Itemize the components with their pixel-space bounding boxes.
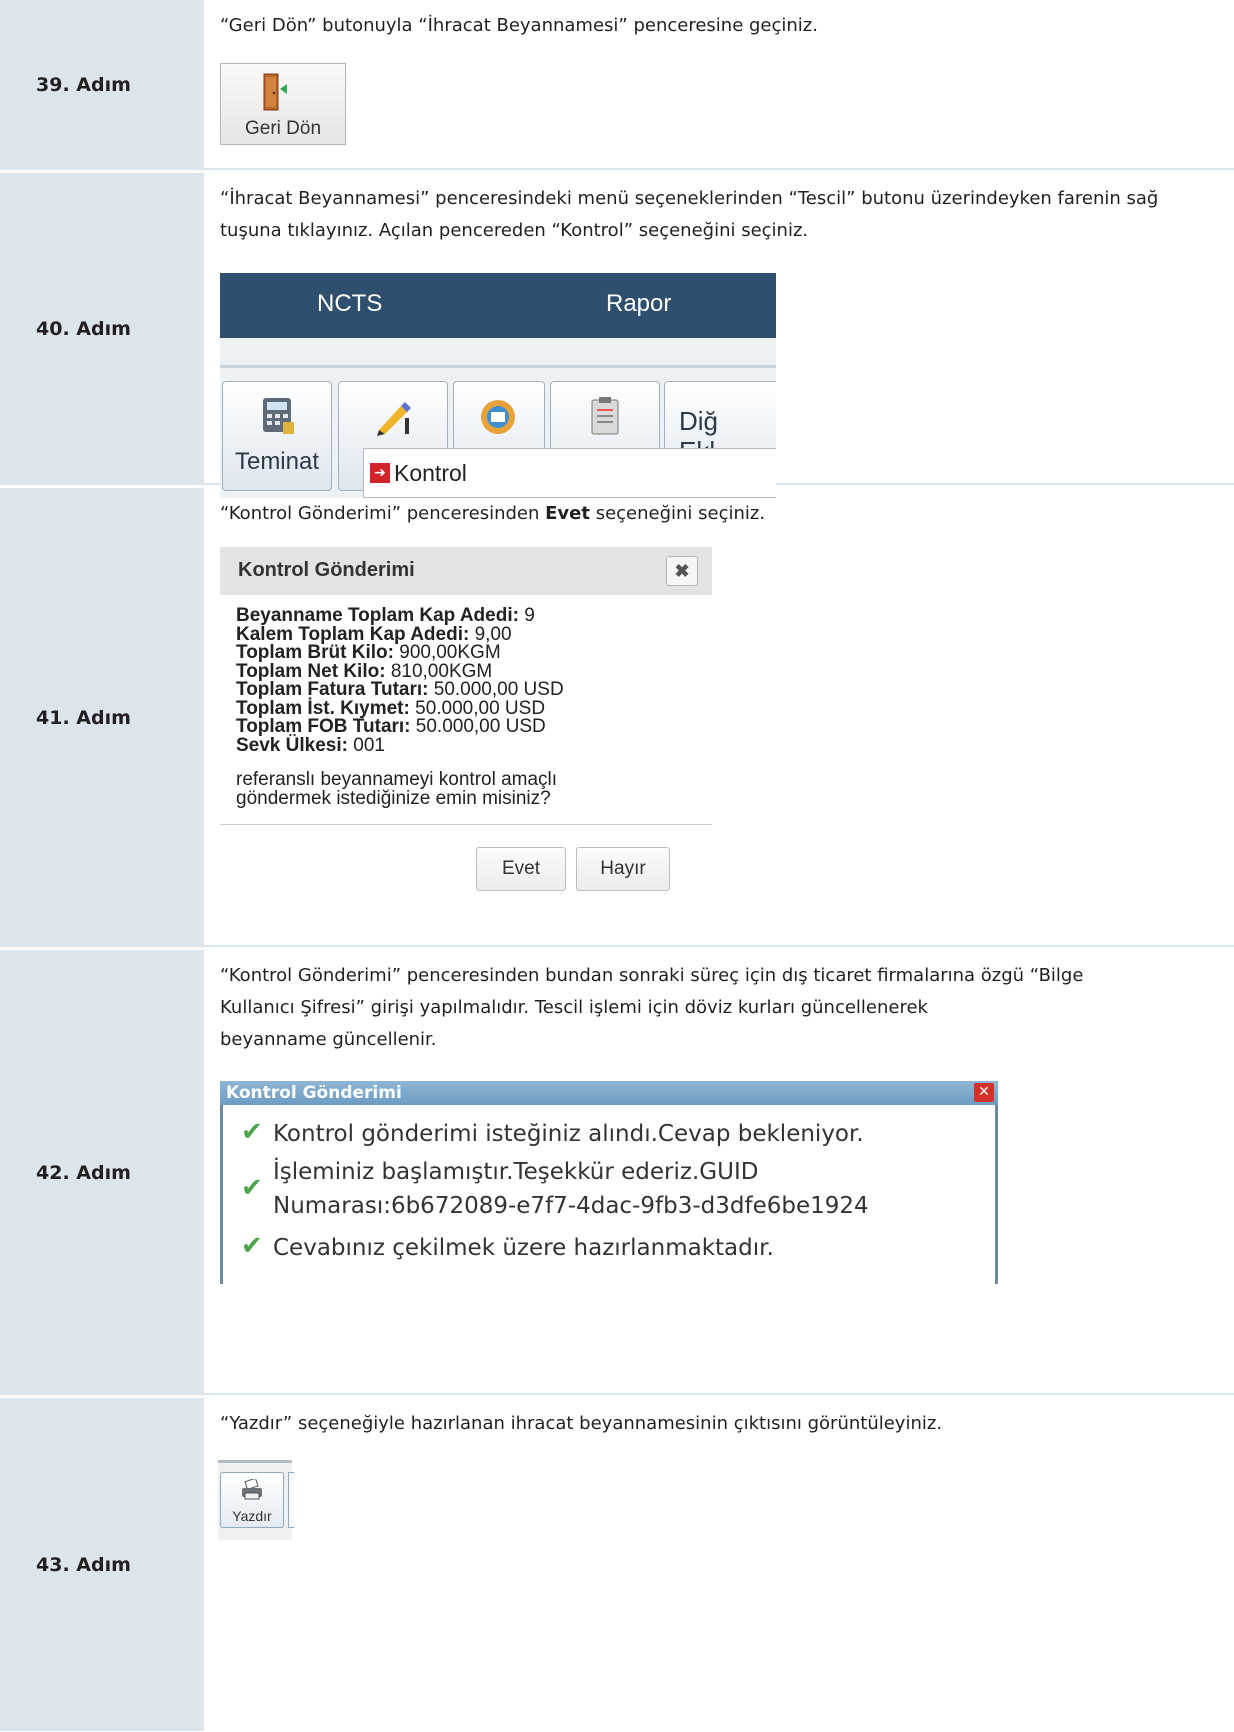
arrow-right-icon: ➔: [370, 463, 390, 483]
clipboard-icon: [591, 397, 619, 435]
yazdir-label: Yazdır: [232, 1508, 272, 1524]
steps-table: 39. Adım “Geri Dön” butonuyla “İhracat B…: [0, 0, 1234, 1731]
checkmark-icon: ✔: [241, 1117, 263, 1147]
confirm-question: referanslı beyannameyi kontrol amaçlı gö…: [236, 769, 558, 809]
main-menu-bar: NCTS Rapor: [220, 273, 776, 338]
step-label: 42. Adım: [0, 950, 204, 1395]
toolbar-divider: [220, 365, 776, 368]
step-instruction: “Geri Dön” butonuyla “İhracat Beyannames…: [220, 15, 818, 36]
evet-button[interactable]: Evet: [476, 847, 566, 891]
dialog-header: Kontrol Gönderimi ✕: [220, 1081, 998, 1105]
dialog-divider: [220, 824, 712, 825]
close-icon[interactable]: ✖: [666, 556, 698, 586]
step-row-42: 42. Adım “Kontrol Gönderimi” penceresind…: [0, 950, 1234, 1398]
dialog-title: Kontrol Gönderimi: [238, 559, 415, 581]
checkmark-icon: ✔: [241, 1173, 263, 1203]
step-instruction: “Kontrol Gönderimi” penceresinden Evet s…: [220, 503, 766, 524]
calculator-icon: [263, 398, 294, 434]
step-instruction: “Yazdır” seçeneğiyle hazırlanan ihracat …: [220, 1413, 943, 1434]
close-icon[interactable]: ✕: [974, 1083, 994, 1102]
step-row-39: 39. Adım “Geri Dön” butonuyla “İhracat B…: [0, 0, 1234, 173]
context-menu-item-kontrol[interactable]: Kontrol: [394, 460, 467, 487]
mail-icon: [481, 400, 515, 434]
kontrol-gonderimi-result-dialog: Kontrol Gönderimi ✕ ✔ Kontrol gönderimi …: [220, 1081, 998, 1284]
checkmark-icon: ✔: [241, 1231, 263, 1261]
geri-don-label: Geri Dön: [244, 118, 322, 139]
step-row-41: 41. Adım “Kontrol Gönderimi” penceresind…: [0, 488, 1234, 950]
kontrol-gonderimi-dialog: Kontrol Gönderimi ✖ Beyanname Toplam Kap…: [220, 547, 712, 899]
step-label: 43. Adım: [0, 1398, 204, 1731]
dialog-header: Kontrol Gönderimi ✖: [220, 547, 712, 595]
step-content: “Kontrol Gönderimi” penceresinden Evet s…: [204, 488, 1234, 947]
step-content: “Geri Dön” butonuyla “İhracat Beyannames…: [204, 0, 1234, 170]
step-label: 40. Adım: [0, 173, 204, 485]
printer-icon: [242, 1479, 262, 1500]
step-content: “İhracat Beyannamesi” penceresindeki men…: [204, 173, 1234, 498]
teminat-label: Teminat: [234, 448, 320, 475]
yazdir-screenshot: Yazdır: [218, 1460, 294, 1540]
menu-item-rapor[interactable]: Rapor: [606, 290, 671, 318]
step-content: “Yazdır” seçeneğiyle hazırlanan ihracat …: [204, 1398, 1234, 1731]
bold-evet: Evet: [545, 503, 590, 524]
geri-don-button[interactable]: Geri Dön: [220, 63, 346, 145]
toolbar-divider: [218, 1460, 292, 1463]
step-label: 39. Adım: [0, 0, 204, 170]
dialog-body: Beyanname Toplam Kap Adedi: 9 Kalem Topl…: [220, 595, 712, 808]
step-row-43: 43. Adım “Yazdır” seçeneğiyle hazırlanan…: [0, 1398, 1234, 1731]
step-label: 41. Adım: [0, 488, 204, 947]
yazdir-button[interactable]: Yazdır: [220, 1472, 284, 1528]
dialog-title: Kontrol Gönderimi: [226, 1083, 402, 1103]
menu-screenshot: NCTS Rapor Teminat Diğ ➔ Kontrol: [220, 273, 776, 498]
step-content: “Kontrol Gönderimi” penceresinden bundan…: [204, 950, 1234, 1395]
next-toolbar-button[interactable]: [288, 1472, 294, 1528]
step-instruction: “Kontrol Gönderimi” penceresinden bundan…: [220, 965, 1084, 1050]
menu-item-ncts[interactable]: NCTS: [317, 290, 382, 318]
dialog-body: ✔ Kontrol gönderimi isteğiniz alındı.Cev…: [220, 1105, 998, 1284]
field-row: Sevk Ülkesi: 001: [236, 734, 385, 756]
exit-door-icon: [263, 73, 287, 111]
step-row-40: 40. Adım “İhracat Beyannamesi” penceresi…: [0, 173, 1234, 498]
hayir-button[interactable]: Hayır: [576, 847, 670, 891]
step-instruction: “İhracat Beyannamesi” penceresindeki men…: [220, 188, 1159, 241]
teminat-button[interactable]: Teminat: [222, 381, 332, 491]
pencil-icon: [377, 402, 411, 436]
